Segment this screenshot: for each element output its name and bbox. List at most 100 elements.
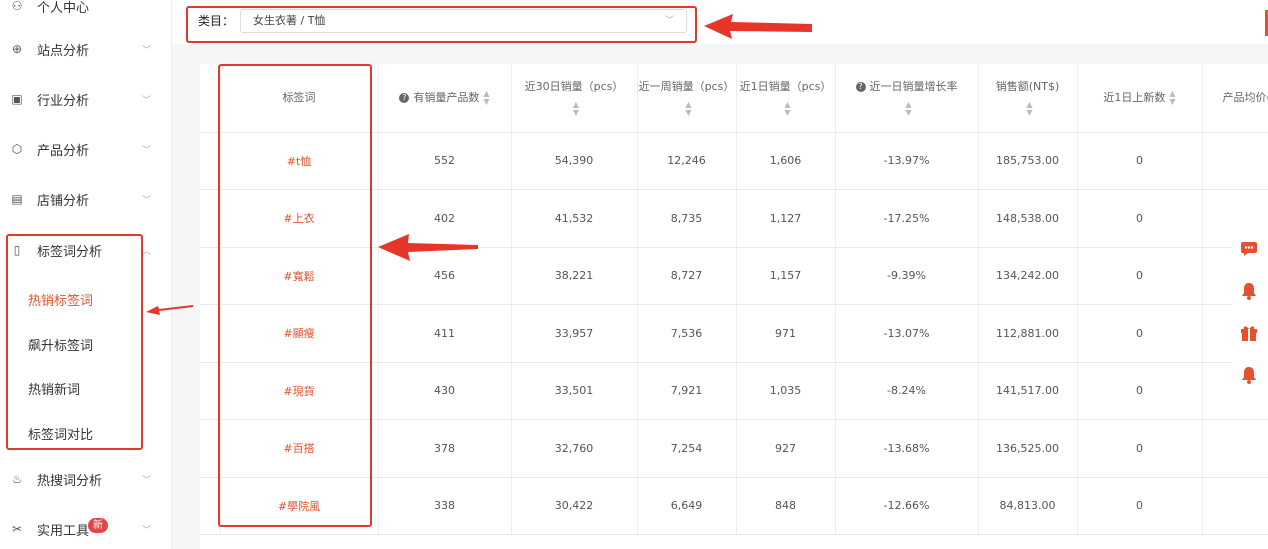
table-cell: 848	[736, 477, 836, 535]
header-sales-1d[interactable]: 近1日销量（pcs） ▲ ▼	[736, 64, 836, 133]
chevron-down-icon: ﹀	[142, 475, 152, 486]
row-spacer	[200, 362, 221, 420]
table-cell: 1,035	[736, 362, 836, 420]
table-cell: 12,246	[637, 132, 737, 190]
sidebar-item-label: 实用工具	[37, 523, 90, 539]
table-cell: 7,536	[637, 304, 737, 363]
table-cell: 927	[736, 419, 836, 478]
header-product-count[interactable]: ? 有销量产品数 ▲ ▼	[378, 64, 512, 133]
sort-icon[interactable]: ▲ ▼	[1026, 100, 1032, 117]
table-cell: 54,390	[511, 132, 638, 190]
table-cell: 84,813.00	[978, 477, 1078, 535]
sort-icon[interactable]: ▲ ▼	[784, 100, 790, 117]
box-icon: ⬡	[11, 142, 23, 156]
chevron-up-icon: ︿	[142, 246, 152, 257]
chevron-down-icon: ﹀	[142, 95, 152, 106]
table-cell: 6,649	[637, 477, 737, 535]
header-growth-rate[interactable]: ? 近一日销量增长率 ▲ ▼	[835, 64, 979, 133]
header-label: 近1日上新数	[1103, 90, 1166, 104]
store-icon: ▤	[11, 192, 23, 206]
sidebar-item-site-analysis[interactable]: ⊕ 站点分析 ﹀	[0, 29, 172, 69]
sidebar-item-label: 产品分析	[37, 143, 90, 159]
header-new-listings[interactable]: 近1日上新数 ▲ ▼	[1077, 64, 1203, 133]
sort-icon[interactable]: ▲ ▼	[483, 89, 489, 106]
sidebar-item-personal-center[interactable]: ⚇ 个人中心	[0, 0, 172, 26]
table-cell: 378	[378, 419, 512, 478]
sidebar-item-industry-analysis[interactable]: ▣ 行业分析 ﹀	[0, 79, 172, 119]
table-cell: 180	[1202, 419, 1268, 478]
header-label: 销售额(NT$)	[995, 79, 1060, 93]
sidebar-item-label: 行业分析	[37, 93, 90, 109]
fire-icon: ♨	[11, 472, 23, 486]
annotation-arrow-submenu	[146, 305, 193, 315]
annotation-arrow-filter	[704, 14, 812, 39]
header-sales-30d[interactable]: 近30日销量（pcs） ▲ ▼	[511, 64, 638, 133]
sort-icon[interactable]: ▲ ▼	[1169, 89, 1175, 106]
table-cell: 1,606	[736, 132, 836, 190]
table-cell: -8.24%	[835, 362, 979, 420]
table-cell: 0	[1077, 362, 1203, 420]
annotation-filter-box	[186, 6, 697, 43]
table-cell: 185,753.00	[978, 132, 1078, 190]
tools-icon: ✂	[11, 522, 23, 536]
new-badge: 新	[88, 518, 108, 533]
table-cell: 430	[378, 362, 512, 420]
table-cell: 33,957	[511, 304, 638, 363]
table-cell: -13.97%	[835, 132, 979, 190]
header-spacer	[200, 64, 221, 133]
sort-icon[interactable]: ▲ ▼	[573, 100, 579, 117]
sidebar-item-store-analysis[interactable]: ▤ 店铺分析 ﹀	[0, 179, 172, 219]
sidebar-item-tools[interactable]: ✂ 实用工具 ﹀	[0, 509, 172, 549]
table-cell: 971	[736, 304, 836, 363]
table-cell: -9.39%	[835, 247, 979, 305]
table-cell: 7,921	[637, 362, 737, 420]
notification-bell-icon[interactable]	[1238, 364, 1260, 386]
table-cell: 32,760	[511, 419, 638, 478]
row-spacer	[200, 132, 221, 190]
header-label: 近30日销量（pcs）	[524, 79, 624, 93]
sort-icon[interactable]: ▲ ▼	[905, 100, 911, 117]
annotation-submenu-box	[6, 234, 143, 450]
table-cell: 0	[1077, 247, 1203, 305]
table-cell: 411	[378, 304, 512, 363]
sidebar-item-product-analysis[interactable]: ⬡ 产品分析 ﹀	[0, 129, 172, 169]
gift-icon[interactable]	[1238, 322, 1260, 344]
row-spacer	[200, 304, 221, 363]
header-label: 有销量产品数	[413, 90, 480, 104]
sidebar-item-label: 热搜词分析	[37, 473, 103, 489]
table-cell: 148,538.00	[978, 189, 1078, 248]
header-avg-price[interactable]: 产品均价(	[1202, 64, 1268, 133]
table-cell: 0	[1077, 419, 1203, 478]
question-icon[interactable]: ?	[399, 92, 410, 103]
header-label: 产品均价(	[1222, 90, 1268, 104]
globe-icon: ⊕	[11, 42, 23, 56]
header-revenue[interactable]: 销售额(NT$) ▲ ▼	[978, 64, 1078, 133]
table-cell: 0	[1077, 189, 1203, 248]
table-cell: 33,501	[511, 362, 638, 420]
table-cell: 152	[1202, 477, 1268, 535]
question-icon[interactable]: ?	[855, 81, 866, 92]
header-sales-week[interactable]: 近一周销量（pcs） ▲ ▼	[637, 64, 737, 133]
chevron-down-icon: ﹀	[142, 525, 152, 536]
table-cell: 338	[378, 477, 512, 535]
table-cell: -12.66%	[835, 477, 979, 535]
annotation-arrow-tag-column	[378, 234, 478, 261]
sort-icon[interactable]: ▲ ▼	[685, 100, 691, 117]
table-cell: 136,525.00	[978, 419, 1078, 478]
chat-icon[interactable]	[1238, 238, 1260, 260]
table-cell: 134,242.00	[978, 247, 1078, 305]
table-cell: 41,532	[511, 189, 638, 248]
table-cell: 0	[1077, 304, 1203, 363]
bell-icon[interactable]	[1238, 280, 1260, 302]
row-spacer	[200, 247, 221, 305]
table-cell: 552	[378, 132, 512, 190]
sidebar-item-hot-search[interactable]: ♨ 热搜词分析 ﹀	[0, 459, 172, 499]
table-cell: 38,221	[511, 247, 638, 305]
sidebar-item-label: 站点分析	[37, 43, 90, 59]
header-label: 近一日销量增长率	[869, 79, 958, 93]
table-cell: 7,254	[637, 419, 737, 478]
table-cell: 112,881.00	[978, 304, 1078, 363]
chart-icon: ▣	[11, 92, 23, 106]
row-spacer	[200, 477, 221, 535]
table-cell: 0	[1077, 132, 1203, 190]
